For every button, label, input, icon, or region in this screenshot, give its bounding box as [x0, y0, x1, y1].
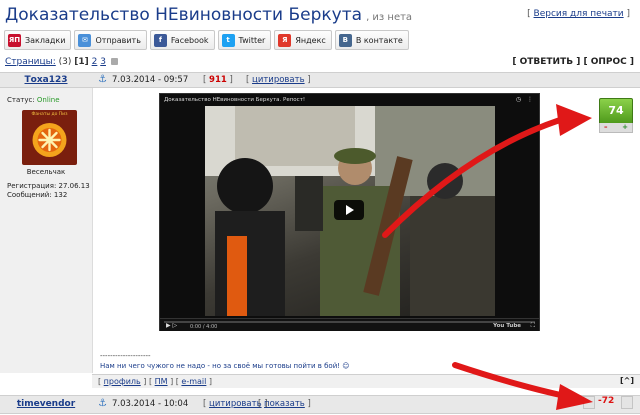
yandex-icon: Я — [278, 33, 292, 47]
share-button-bookmarks[interactable]: ЯП Закладки — [4, 30, 72, 50]
post-header: Тоха123 ⚓ 7.03.2014 - 09:57 [ 911 ] [ ци… — [0, 72, 640, 88]
topic-source: , из нета — [366, 12, 413, 23]
share-label: Twitter — [238, 35, 266, 45]
page-3-link[interactable]: 3 — [100, 57, 106, 67]
pm-link[interactable]: ПМ — [155, 377, 168, 386]
post-rating-negative: -72 — [583, 395, 633, 410]
signature-text: Нам ни чего чужого не надо - но за своё … — [100, 362, 350, 370]
video-share-icon[interactable]: ◷ ⋮ — [516, 96, 535, 103]
page-2-link[interactable]: 2 — [92, 57, 98, 67]
youtube-logo[interactable]: You Tube — [493, 323, 521, 329]
share-label: Отправить — [95, 35, 141, 45]
rating-controls: – + — [599, 123, 633, 133]
facebook-icon: f — [153, 33, 167, 47]
topic-actions[interactable]: [ ОТВЕТИТЬ ] [ ОПРОС ] — [512, 57, 634, 67]
sun-emblem-icon — [32, 123, 67, 157]
pages-label[interactable]: Страницы: — [5, 57, 56, 67]
send-icon: ✉ — [78, 33, 92, 47]
user-stats: Регистрация: 27.06.13 Сообщений: 132 — [7, 182, 90, 199]
email-link[interactable]: e-mail — [181, 377, 206, 386]
share-button-yandex[interactable]: Я Яндекс — [274, 30, 332, 50]
post-date: 7.03.2014 - 10:04 — [112, 399, 189, 409]
show-action: [ показать ] — [258, 399, 311, 409]
print-version: [ Версия для печати ] — [527, 9, 630, 19]
anchor-icon[interactable]: ⚓ — [98, 74, 107, 85]
rate-down-button[interactable]: – — [604, 123, 608, 132]
show-link[interactable]: показать — [264, 399, 305, 409]
rating-score: -72 — [598, 396, 615, 406]
video-title[interactable]: Доказательство НЕвиновности Беркута. Реп… — [164, 97, 305, 103]
play-button[interactable] — [334, 200, 364, 220]
bookmarks-icon: ЯП — [8, 33, 21, 47]
share-button-facebook[interactable]: f Facebook — [149, 30, 215, 50]
share-label: Яндекс — [295, 35, 326, 45]
twitter-icon: t — [221, 33, 235, 47]
share-label: Закладки — [25, 35, 66, 45]
topic-title-bar: Доказательство НЕвиновности Беркута, из … — [0, 0, 640, 28]
vkontakte-icon: В — [338, 33, 352, 47]
rate-down-button[interactable] — [583, 396, 595, 409]
share-button-vkontakte[interactable]: ВВ контакте — [334, 30, 409, 50]
share-label: Facebook — [170, 35, 209, 45]
user-rank: Весельчак — [26, 168, 66, 176]
post-footer: [ профиль ] [ ПМ ] [ e-mail ] [^] — [92, 374, 640, 388]
video-controls: ▶ ▷ 0:00 / 4:00 You Tube ⛶ — [160, 318, 539, 331]
embedded-video[interactable]: Доказательство НЕвиновности Беркута. Реп… — [159, 93, 540, 331]
post-header: timevendor ⚓ 7.03.2014 - 10:04 [ цитиров… — [0, 395, 640, 414]
rating-score: 74 — [599, 98, 633, 124]
page-current: [1] — [74, 57, 89, 67]
arrowhead-up — [556, 104, 592, 136]
quote-link[interactable]: цитировать — [209, 399, 262, 409]
topic-title: Доказательство НЕвиновности Беркута, из … — [5, 5, 413, 25]
to-top-link[interactable]: [^] — [620, 376, 634, 385]
anchor-icon[interactable]: ⚓ — [98, 398, 107, 409]
share-button-twitter[interactable]: t Twitter — [217, 30, 272, 50]
post-author-link[interactable]: timevendor — [0, 399, 92, 409]
post-ip: [ 911 ] — [203, 75, 233, 85]
avatar[interactable]: Фанаты до Пиз — [22, 110, 77, 165]
share-button-send[interactable]: ✉ Отправить — [74, 30, 147, 50]
share-label: В контакте — [355, 35, 403, 45]
rate-up-button[interactable] — [621, 396, 633, 409]
rate-up-button[interactable]: + — [622, 123, 628, 132]
profile-link[interactable]: профиль — [104, 377, 141, 386]
post-author-link[interactable]: Тоха123 — [0, 75, 92, 85]
video-progress[interactable] — [164, 321, 535, 323]
author-info-panel: Статус: Online Фанаты до Пиз Весельчак Р… — [0, 88, 93, 373]
share-toolbar: ЯП Закладки ✉ Отправить f Facebook t Twitter Я Ян… — [4, 30, 409, 50]
video-time: 0:00 / 4:00 — [190, 324, 218, 330]
signature-divider: -------------------- — [100, 352, 151, 360]
ip-link[interactable]: 911 — [209, 75, 227, 85]
post-footer-links: [ профиль ] [ ПМ ] [ e-mail ] — [98, 377, 213, 386]
quote-action: [ цитировать ] — [246, 75, 311, 85]
avatar-caption: Фанаты до Пиз — [31, 112, 68, 117]
pagination: Страницы: (3) [1] 2 3 — [5, 57, 118, 67]
print-version-link[interactable]: Версия для печати — [534, 9, 624, 19]
pager-menu-icon[interactable] — [110, 58, 118, 65]
user-status: Статус: Online — [7, 96, 60, 104]
fullscreen-icon[interactable]: ⛶ — [531, 322, 535, 330]
post-rating: 74 – + — [599, 98, 633, 134]
quote-link[interactable]: цитировать — [252, 75, 305, 85]
post-date: 7.03.2014 - 09:57 — [112, 75, 189, 85]
play-small-icon[interactable]: ▶ ▷ — [166, 322, 177, 329]
